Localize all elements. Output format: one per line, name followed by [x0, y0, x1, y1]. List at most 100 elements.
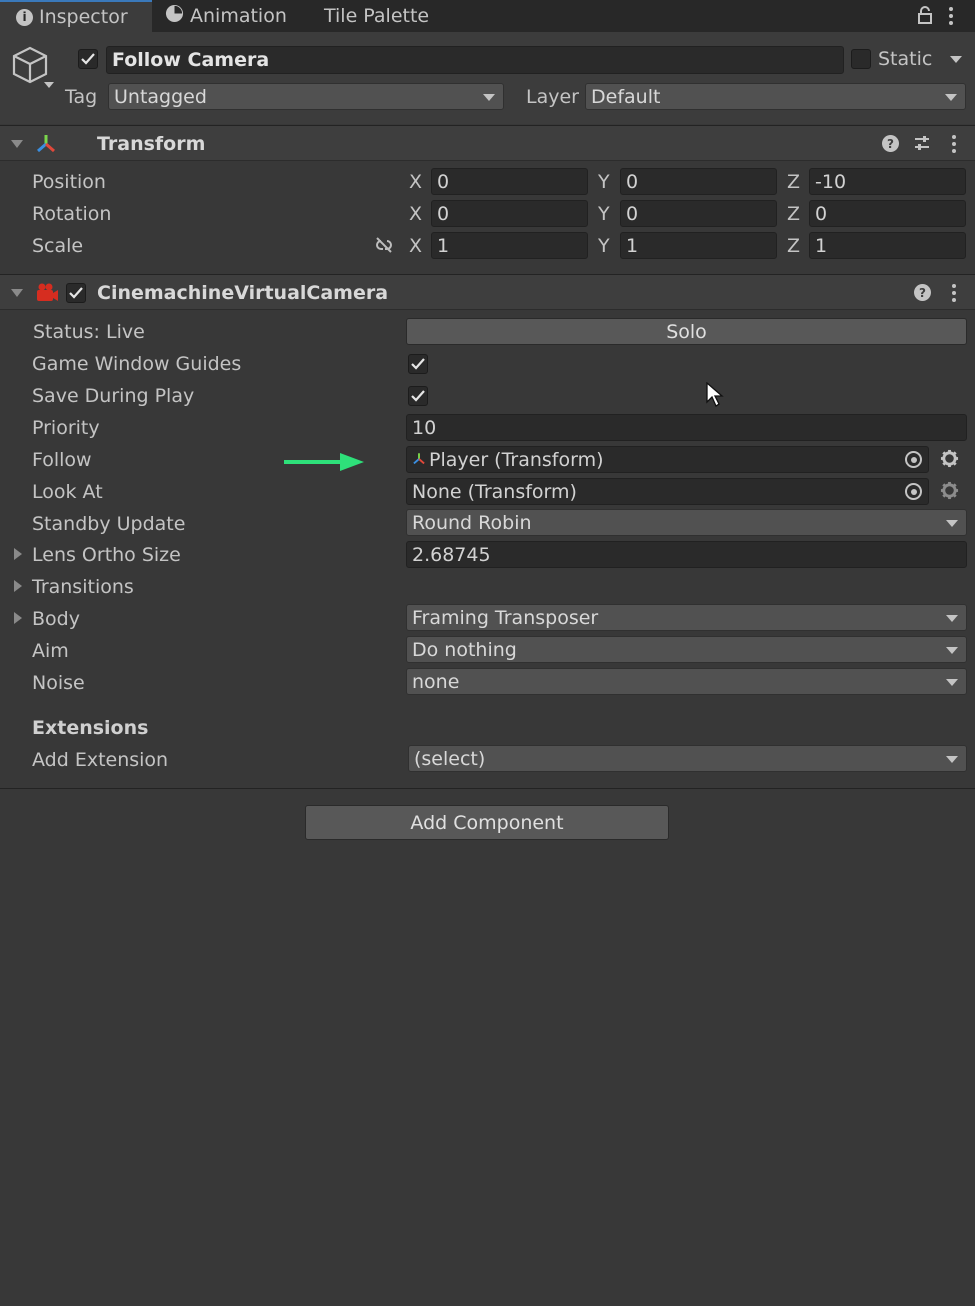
foldout-open-icon[interactable] — [11, 289, 23, 297]
foldout-closed-icon[interactable] — [14, 548, 22, 560]
status-label: Status: Live — [33, 321, 145, 343]
transform-icon — [412, 449, 426, 471]
game-window-guides-label: Game Window Guides — [32, 353, 242, 375]
camera-icon — [35, 282, 59, 309]
gear-icon[interactable] — [940, 449, 959, 473]
standby-update-dropdown[interactable]: Round Robin — [406, 509, 967, 536]
foldout-closed-icon[interactable] — [14, 612, 22, 624]
static-dropdown-icon[interactable] — [950, 56, 962, 63]
scale-z-value: 1 — [815, 234, 828, 257]
static-label: Static — [878, 48, 933, 70]
body-label[interactable]: Body — [32, 608, 80, 630]
gear-icon[interactable] — [940, 481, 959, 505]
layer-value: Default — [591, 85, 661, 108]
help-icon[interactable]: ? — [914, 284, 931, 301]
look-at-field[interactable]: None (Transform) — [406, 478, 929, 505]
lens-ortho-size-field[interactable]: 2.68745 — [406, 541, 967, 568]
lens-ortho-size-label[interactable]: Lens Ortho Size — [32, 544, 181, 566]
add-component-button[interactable]: Add Component — [305, 805, 669, 840]
foldout-open-icon[interactable] — [11, 140, 23, 148]
aim-value: Do nothing — [412, 638, 517, 661]
kebab-menu-icon[interactable] — [951, 134, 957, 159]
add-extension-value: (select) — [414, 747, 486, 770]
vcam-title: CinemachineVirtualCamera — [97, 282, 389, 304]
aim-dropdown[interactable]: Do nothing — [406, 636, 967, 663]
position-y-field[interactable]: 0 — [620, 168, 777, 195]
solo-label: Solo — [666, 320, 707, 343]
axis-x-label[interactable]: X — [409, 235, 422, 257]
transform-body: Position X 0 Y 0 Z -10 Rotation X 0 Y 0 … — [0, 162, 975, 274]
axis-y-label[interactable]: Y — [598, 235, 610, 257]
noise-dropdown[interactable]: none — [406, 668, 967, 695]
rotation-y-field[interactable]: 0 — [620, 200, 777, 227]
gameobject-name-field[interactable]: Follow Camera — [106, 46, 844, 74]
position-x-field[interactable]: 0 — [431, 168, 588, 195]
object-picker-icon[interactable] — [905, 483, 922, 500]
unlink-icon[interactable] — [373, 236, 395, 259]
look-at-label: Look At — [32, 481, 103, 503]
tab-tile-palette[interactable]: Tile Palette — [324, 0, 454, 32]
tab-animation[interactable]: Animation — [165, 0, 305, 32]
rotation-label: Rotation — [32, 203, 112, 225]
axis-x-label[interactable]: X — [409, 203, 422, 225]
vcam-header[interactable]: CinemachineVirtualCamera ? — [0, 274, 975, 310]
rotation-z-value: 0 — [815, 202, 828, 225]
position-label: Position — [32, 171, 106, 193]
lens-ortho-size-value: 2.68745 — [412, 543, 491, 566]
follow-field[interactable]: Player (Transform) — [406, 446, 929, 473]
rotation-z-field[interactable]: 0 — [809, 200, 966, 227]
solo-button[interactable]: Solo — [406, 318, 967, 345]
axis-z-label[interactable]: Z — [787, 203, 800, 225]
axis-z-label[interactable]: Z — [787, 171, 800, 193]
transform-header[interactable]: Transform ? — [0, 125, 975, 161]
gameobject-header: Follow Camera Static Tag Untagged Layer … — [0, 32, 975, 124]
transitions-label[interactable]: Transitions — [32, 576, 134, 598]
tab-label: Tile Palette — [324, 5, 430, 27]
foldout-closed-icon[interactable] — [14, 580, 22, 592]
standby-update-label: Standby Update — [32, 513, 186, 535]
active-checkbox[interactable] — [78, 49, 98, 69]
rotation-x-field[interactable]: 0 — [431, 200, 588, 227]
static-checkbox[interactable] — [851, 49, 871, 69]
kebab-menu-icon[interactable] — [948, 6, 954, 31]
priority-label: Priority — [32, 417, 100, 439]
scale-x-value: 1 — [437, 234, 450, 257]
kebab-menu-icon[interactable] — [951, 283, 957, 308]
layer-dropdown[interactable]: Default — [585, 83, 966, 110]
body-dropdown[interactable]: Framing Transposer — [406, 604, 967, 631]
axis-z-label[interactable]: Z — [787, 235, 800, 257]
scale-x-field[interactable]: 1 — [431, 232, 588, 259]
axis-y-label[interactable]: Y — [598, 171, 610, 193]
axis-y-label[interactable]: Y — [598, 203, 610, 225]
chevron-down-icon — [946, 615, 958, 622]
mouse-cursor-icon — [706, 381, 724, 413]
scale-z-field[interactable]: 1 — [809, 232, 966, 259]
vcam-enabled-checkbox[interactable] — [66, 283, 86, 303]
chevron-down-icon — [946, 647, 958, 654]
cube-icon[interactable] — [10, 44, 56, 97]
position-z-field[interactable]: -10 — [809, 168, 966, 195]
layer-label: Layer — [526, 86, 579, 108]
noise-label: Noise — [32, 672, 85, 694]
lock-icon[interactable] — [917, 6, 933, 29]
scale-y-field[interactable]: 1 — [620, 232, 777, 259]
tag-dropdown[interactable]: Untagged — [108, 83, 504, 110]
transform-title: Transform — [97, 133, 206, 155]
transform-icon — [35, 133, 57, 160]
body-value: Framing Transposer — [412, 606, 599, 629]
help-icon[interactable]: ? — [882, 135, 899, 152]
standby-update-value: Round Robin — [412, 511, 532, 534]
green-arrow-annotation — [284, 451, 366, 478]
priority-field[interactable]: 10 — [406, 414, 967, 441]
chevron-down-icon — [946, 679, 958, 686]
add-extension-label: Add Extension — [32, 749, 169, 771]
object-picker-icon[interactable] — [905, 451, 922, 468]
position-x-value: 0 — [437, 170, 450, 193]
game-window-guides-checkbox[interactable] — [408, 354, 428, 374]
tab-inspector[interactable]: i Inspector — [0, 0, 152, 32]
preset-sliders-icon[interactable] — [913, 134, 931, 157]
add-extension-dropdown[interactable]: (select) — [408, 745, 967, 772]
tab-label: Animation — [190, 5, 287, 27]
axis-x-label[interactable]: X — [409, 171, 422, 193]
save-during-play-checkbox[interactable] — [408, 386, 428, 406]
